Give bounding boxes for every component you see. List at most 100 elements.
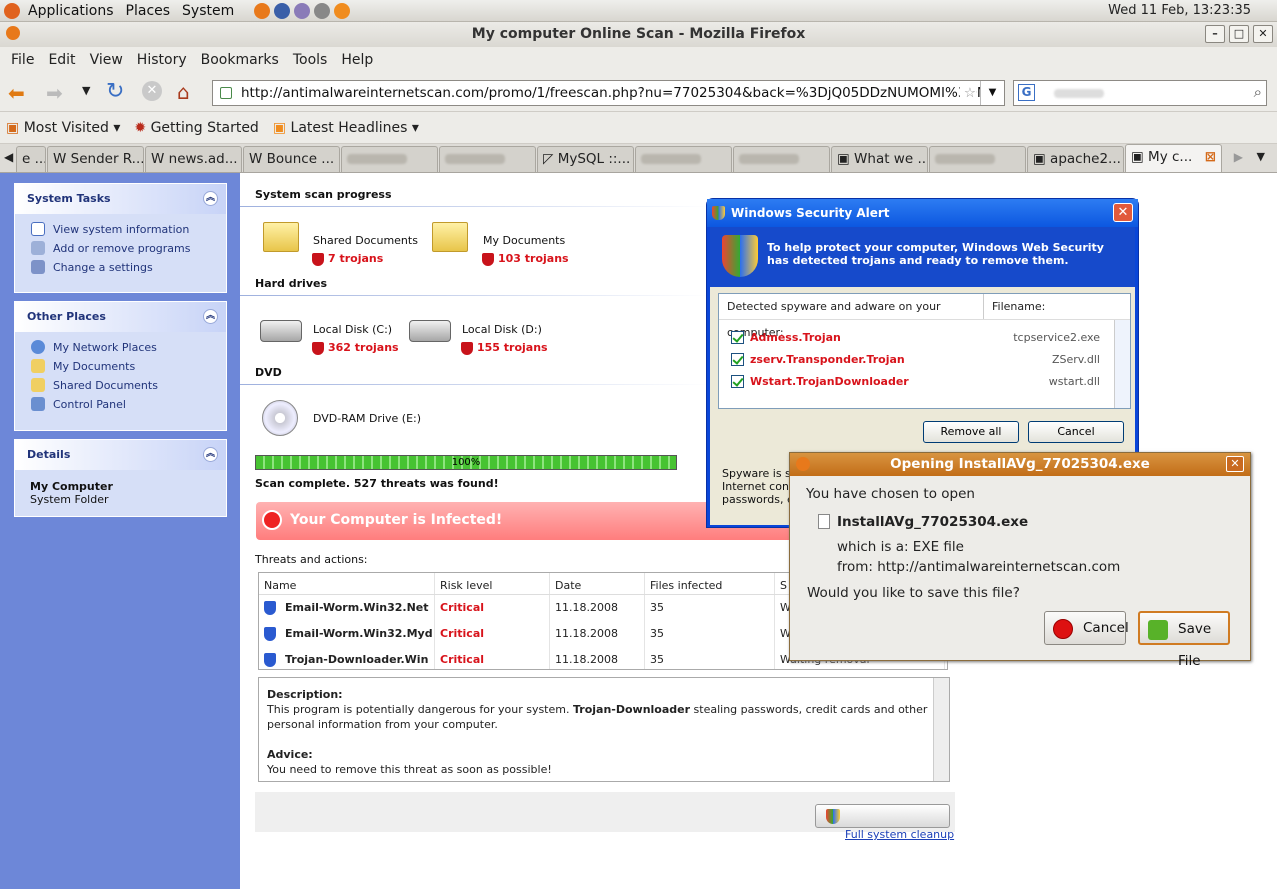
spyware-list-scrollbar[interactable] [1114,320,1130,408]
forward-icon[interactable]: ➡ [46,81,63,105]
tab-scroll-right-icon[interactable]: ▶ [1234,150,1243,164]
col-files[interactable]: Files infected [645,573,775,594]
tab-label: news.ad... [168,151,238,167]
stop-icon[interactable]: ✕ [142,81,162,101]
applications-menu[interactable]: Applications [22,3,120,19]
menu-history[interactable]: History [130,52,194,68]
audio-launcher-icon[interactable] [334,2,351,19]
home-icon[interactable]: ⌂ [177,80,190,104]
trojan-count: 103 trojans [482,252,569,266]
maximize-button[interactable]: □ [1229,25,1249,43]
tab[interactable]: W Bounce ... [243,146,340,172]
menu-tools[interactable]: Tools [286,52,335,68]
tab[interactable]: ▣ apache2... [1027,146,1124,172]
tab-list-icon[interactable]: ▼ [1257,150,1265,163]
checkbox[interactable] [731,374,744,388]
link-network-places[interactable]: My Network Places [15,338,226,357]
tab[interactable] [733,146,830,172]
close-window-button[interactable]: ✕ [1253,25,1273,43]
url-dropdown-icon[interactable]: ▼ [980,81,1004,105]
download-titlebar: Opening InstallAVg_77025304.exe ✕ [790,453,1250,476]
menu-help[interactable]: Help [334,52,380,68]
spyware-list-header: Detected spyware and adware on your comp… [719,294,1130,339]
download-cancel-button[interactable]: Cancel [1044,611,1129,645]
bookmark-most-visited[interactable]: ▣ Most Visited ▾ [6,120,120,136]
col-name[interactable]: Name [259,573,435,594]
firefox-launcher-icon[interactable] [254,2,271,19]
terminal-launcher-icon[interactable] [314,2,331,19]
checkbox[interactable] [731,330,744,344]
tab-scroll-left-icon[interactable]: ◀ [4,150,13,164]
description-scrollbar[interactable] [933,678,949,781]
save-file-button[interactable]: Save File [1138,611,1230,669]
tab[interactable]: W Sender R... [47,146,144,172]
folder-icon [31,378,45,392]
alert-close-button[interactable]: ✕ [1113,203,1133,222]
search-input[interactable] [1054,89,1104,98]
link-view-system-info[interactable]: View system information [15,220,226,239]
panel-clock[interactable]: Wed 11 Feb, 13:23:35 [1108,3,1251,18]
thunderbird-launcher-icon[interactable] [274,2,291,19]
link-label: Shared Documents [53,379,158,392]
search-box[interactable]: G ⌕ [1013,80,1267,106]
checkbox[interactable] [731,352,744,366]
link-shared-documents[interactable]: Shared Documents [15,376,226,395]
shield-icon [312,341,324,355]
chosen-text: You have chosen to open [806,486,975,502]
pidgin-launcher-icon[interactable] [294,2,311,19]
url-bar[interactable]: http://antimalwareinternetscan.com/promo… [212,80,1005,106]
tab-label: What we ... [854,151,928,167]
reload-icon[interactable]: ↻ [106,79,124,104]
dvd-icon [262,400,298,436]
download-title: Opening InstallAVg_77025304.exe [890,456,1150,472]
menu-view[interactable]: View [83,52,130,68]
tab-active[interactable]: ▣ My c... ⊠ [1125,144,1222,172]
spyware-row[interactable]: zserv.Transponder.Trojan ZServ.dll [719,348,1130,370]
bookmark-latest-headlines[interactable]: ▣ Latest Headlines ▾ [273,120,419,136]
history-dropdown-icon[interactable]: ▼ [82,84,90,97]
remove-all-button[interactable]: Remove all [923,421,1019,443]
menu-edit[interactable]: Edit [41,52,82,68]
link-change-settings[interactable]: Change a settings [15,258,226,277]
full-cleanup-link[interactable]: Full system cleanup [845,828,954,841]
tab[interactable]: ◸ MySQL ::... [537,146,634,172]
menu-bookmarks[interactable]: Bookmarks [194,52,286,68]
tab[interactable] [439,146,536,172]
link-control-panel[interactable]: Control Panel [15,395,226,414]
alert-cancel-button[interactable]: Cancel [1028,421,1124,443]
system-menu[interactable]: System [176,3,240,19]
tab[interactable]: ▣ What we ... [831,146,928,172]
download-dialog: Opening InstallAVg_77025304.exe ✕ You ha… [789,452,1251,669]
back-icon[interactable]: ⬅ [8,81,25,105]
bookmark-getting-started[interactable]: ✹ Getting Started [134,120,258,136]
info-shield-icon [264,627,276,641]
google-engine-icon[interactable]: G [1018,84,1035,101]
tab[interactable] [929,146,1026,172]
collapse-chevron-icon[interactable]: ︽ [203,191,218,206]
link-label: Control Panel [53,398,126,411]
close-tab-icon[interactable]: ⊠ [1205,149,1216,165]
tab[interactable] [341,146,438,172]
tab[interactable] [635,146,732,172]
tab-label: Sender R... [70,151,144,167]
spyware-row[interactable]: Wstart.TrojanDownloader wstart.dll [719,370,1130,392]
alert-titlebar: Windows Security Alert ✕ [707,199,1138,227]
link-my-documents[interactable]: My Documents [15,357,226,376]
cleanup-button[interactable] [815,804,950,828]
link-add-remove-programs[interactable]: Add or remove programs [15,239,226,258]
ubuntu-logo-icon[interactable] [4,2,20,19]
menu-file[interactable]: File [4,52,41,68]
bookmark-star-icon[interactable]: ☆ [959,81,976,105]
collapse-chevron-icon[interactable]: ︽ [203,309,218,324]
search-icon[interactable]: ⌕ [1254,83,1262,101]
col-date[interactable]: Date [550,573,645,594]
download-close-button[interactable]: ✕ [1226,456,1244,472]
minimize-button[interactable]: – [1205,25,1225,43]
places-menu[interactable]: Places [120,3,177,19]
collapse-chevron-icon[interactable]: ︽ [203,447,218,462]
trojan-count-label: 7 trojans [328,252,384,265]
row-name: Trojan-Downloader.Win [285,653,429,666]
col-risk[interactable]: Risk level [435,573,550,594]
tab[interactable]: W news.ad... [145,146,242,172]
tab[interactable]: e ... [16,146,46,172]
